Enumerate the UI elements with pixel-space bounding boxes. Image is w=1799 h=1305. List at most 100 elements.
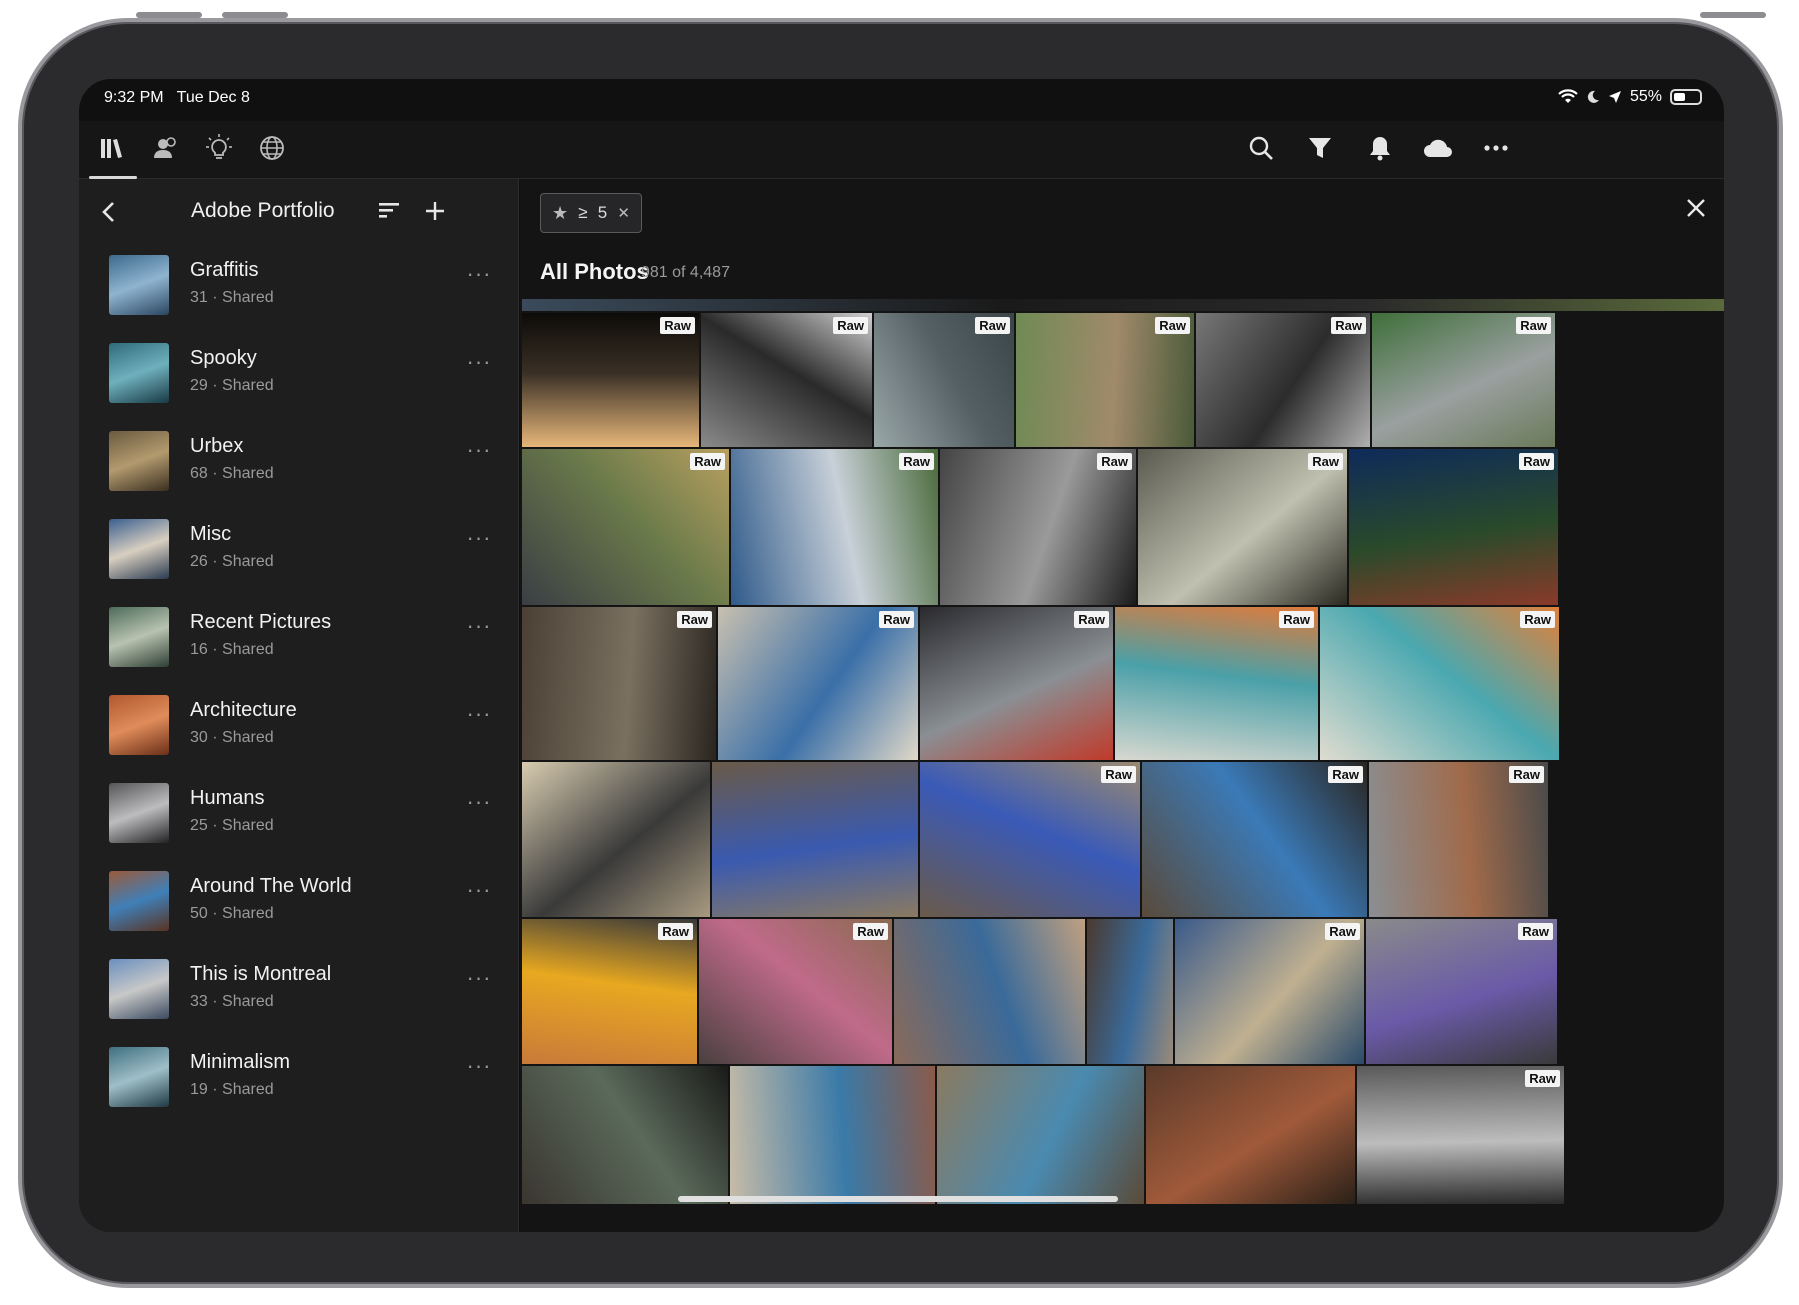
photo-thumbnail[interactable]: Raw <box>1357 1066 1564 1204</box>
raw-badge: Raw <box>833 317 868 334</box>
raw-badge: Raw <box>1328 766 1363 783</box>
clear-filter-icon[interactable]: ✕ <box>617 204 630 222</box>
photo-thumbnail[interactable]: Raw <box>1320 607 1559 760</box>
close-icon[interactable] <box>1680 195 1712 227</box>
status-bar: 9:32 PM Tue Dec 8 55% <box>79 79 1724 121</box>
photo-thumbnail[interactable]: Raw <box>1175 919 1364 1064</box>
album-name: Graffitis <box>190 259 259 281</box>
album-name: Spooky <box>190 347 257 369</box>
sidebar-header: Adobe Portfolio <box>79 179 518 245</box>
photo-thumbnail[interactable]: Raw <box>1369 762 1548 917</box>
photo-thumbnail[interactable]: Raw <box>522 607 716 760</box>
more-icon[interactable]: ··· <box>464 527 494 555</box>
photo-thumbnail[interactable]: Raw <box>874 313 1014 447</box>
photo-thumbnail[interactable]: Raw <box>699 919 892 1064</box>
more-icon[interactable]: ··· <box>464 791 494 819</box>
photo-thumbnail[interactable]: Raw <box>1115 607 1318 760</box>
album-thumbnail <box>109 607 169 667</box>
moon-icon <box>1587 90 1599 103</box>
grid-count: 981 of 4,487 <box>641 264 730 281</box>
photo-thumbnail[interactable] <box>712 762 918 917</box>
album-item[interactable]: Architecture 30 · Shared ··· <box>79 685 519 773</box>
add-album-icon[interactable] <box>423 199 449 225</box>
album-item[interactable]: Recent Pictures 16 · Shared ··· <box>79 597 519 685</box>
photo-thumbnail[interactable]: Raw <box>731 449 938 605</box>
album-thumbnail <box>109 255 169 315</box>
people-icon[interactable] <box>149 131 183 165</box>
back-icon[interactable] <box>97 199 123 225</box>
album-meta: 29 · Shared <box>190 377 274 394</box>
album-item[interactable]: Minimalism 19 · Shared ··· <box>79 1037 519 1125</box>
photo-thumbnail[interactable]: Raw <box>718 607 918 760</box>
album-thumbnail <box>109 519 169 579</box>
screen: 9:32 PM Tue Dec 8 55% Adobe Portfolio Gr… <box>79 79 1724 1232</box>
lightbulb-icon[interactable] <box>202 131 236 165</box>
photo-thumbnail[interactable] <box>1087 919 1173 1064</box>
filter-icon[interactable] <box>1303 131 1337 165</box>
photo-thumbnail[interactable]: Raw <box>522 449 729 605</box>
sort-icon[interactable] <box>377 199 403 225</box>
cloud-icon[interactable] <box>1421 131 1455 165</box>
status-time-date: 9:32 PM Tue Dec 8 <box>104 89 250 107</box>
photo-thumbnail[interactable]: Raw <box>1016 313 1194 447</box>
more-icon[interactable]: ··· <box>464 439 494 467</box>
volume-button-top-2 <box>222 12 288 18</box>
photo-thumbnail[interactable]: Raw <box>1366 919 1557 1064</box>
photo-thumbnail[interactable] <box>1146 1066 1355 1204</box>
photo-thumbnail[interactable]: Raw <box>920 607 1113 760</box>
photo-thumbnail[interactable]: Raw <box>701 313 872 447</box>
more-icon[interactable]: ··· <box>464 879 494 907</box>
raw-badge: Raw <box>975 317 1010 334</box>
raw-badge: Raw <box>1325 923 1360 940</box>
photo-thumbnail[interactable]: Raw <box>1142 762 1367 917</box>
photo-thumbnail[interactable]: Raw <box>522 313 699 447</box>
photo-thumbnail[interactable] <box>522 1066 728 1204</box>
globe-icon[interactable] <box>255 131 289 165</box>
photo-thumbnail[interactable] <box>730 1066 935 1204</box>
photo-thumbnail[interactable] <box>522 762 710 917</box>
album-thumbnail <box>109 959 169 1019</box>
star-icon: ★ <box>552 202 569 223</box>
filter-operator: ≥ <box>578 203 588 222</box>
album-item[interactable]: Graffitis 31 · Shared ··· <box>79 245 519 333</box>
raw-badge: Raw <box>1279 611 1314 628</box>
more-icon[interactable]: ··· <box>464 703 494 731</box>
more-icon[interactable]: ··· <box>464 351 494 379</box>
home-indicator[interactable] <box>678 1196 1118 1202</box>
more-icon[interactable]: ··· <box>464 263 494 291</box>
album-item[interactable]: This is Montreal 33 · Shared ··· <box>79 949 519 1037</box>
album-item[interactable]: Misc 26 · Shared ··· <box>79 509 519 597</box>
album-meta: 50 · Shared <box>190 905 274 922</box>
more-icon[interactable]: ··· <box>464 967 494 995</box>
album-item[interactable]: Urbex 68 · Shared ··· <box>79 421 519 509</box>
photo-thumbnail[interactable]: Raw <box>920 762 1140 917</box>
bell-icon[interactable] <box>1363 131 1397 165</box>
photo-thumbnail[interactable] <box>894 919 1085 1064</box>
album-thumbnail <box>109 871 169 931</box>
more-icon[interactable]: ··· <box>464 1055 494 1083</box>
album-name: Minimalism <box>190 1051 290 1073</box>
raw-badge: Raw <box>853 923 888 940</box>
photo-thumbnail[interactable] <box>937 1066 1144 1204</box>
library-icon[interactable] <box>95 131 129 165</box>
rating-filter-chip[interactable]: ★ ≥ 5 ✕ <box>540 193 642 233</box>
album-item[interactable]: Spooky 29 · Shared ··· <box>79 333 519 421</box>
photo-thumbnail[interactable]: Raw <box>1138 449 1347 605</box>
photo-thumbnail[interactable]: Raw <box>1349 449 1558 605</box>
status-time: 9:32 PM <box>104 89 164 106</box>
album-item[interactable]: Around The World 50 · Shared ··· <box>79 861 519 949</box>
photo-thumbnail[interactable]: Raw <box>1196 313 1370 447</box>
album-thumbnail <box>109 343 169 403</box>
album-name: Misc <box>190 523 232 545</box>
photo-thumbnail[interactable]: Raw <box>522 919 697 1064</box>
status-date: Tue Dec 8 <box>176 89 250 106</box>
search-icon[interactable] <box>1244 131 1278 165</box>
more-icon[interactable]: ··· <box>464 615 494 643</box>
photo-thumbnail[interactable]: Raw <box>940 449 1136 605</box>
photo-thumbnail[interactable]: Raw <box>1372 313 1555 447</box>
album-meta: 26 · Shared <box>190 553 274 570</box>
album-item[interactable]: Humans 25 · Shared ··· <box>79 773 519 861</box>
raw-badge: Raw <box>677 611 712 628</box>
more-icon[interactable] <box>1479 131 1513 165</box>
power-button <box>1700 12 1766 18</box>
